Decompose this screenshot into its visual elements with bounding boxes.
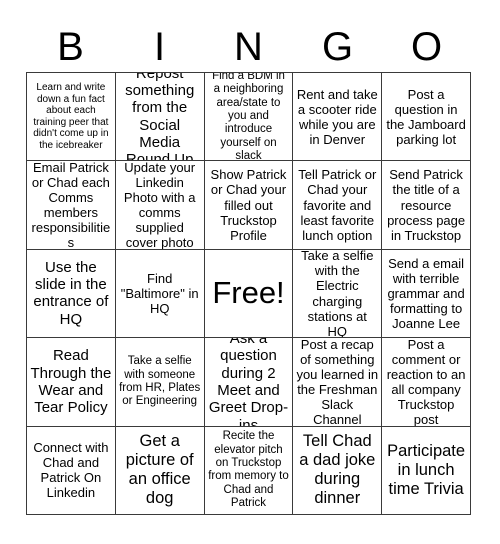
bingo-cell-label: Send Patrick the title of a resource pro… <box>387 167 466 243</box>
bingo-cell[interactable]: Repost something from the Social Media R… <box>115 73 205 162</box>
bingo-cell[interactable]: Update your Linkedin Photo with a comms … <box>115 161 205 250</box>
bingo-cell[interactable]: Find a BDM in a neighboring area/state t… <box>204 73 294 162</box>
bingo-cell-free[interactable]: Free! <box>204 249 294 339</box>
bingo-cell-label: Read Through the Wear and Tear Policy <box>30 347 112 417</box>
bingo-cell[interactable]: Tell Chad a dad joke during dinner <box>293 426 383 515</box>
bingo-cell[interactable]: Use the slide in the entrance of HQ <box>27 249 116 339</box>
bingo-cell[interactable]: Post a comment or reaction to an all com… <box>382 338 471 427</box>
bingo-cell[interactable]: Learn and write down a fun fact about ea… <box>27 73 116 162</box>
bingo-cell[interactable]: Get a picture of an office dog <box>115 426 205 515</box>
bingo-cell-label: Post a question in the Jamboard parking … <box>386 86 466 147</box>
bingo-cell[interactable]: Post a recap of something you learned in… <box>293 338 383 427</box>
bingo-cell-label: Email Patrick or Chad each Comms members… <box>31 161 111 250</box>
bingo-cell-label: Tell Patrick or Chad your favorite and l… <box>298 167 377 243</box>
bingo-cell[interactable]: Connect with Chad and Patrick On Linkedi… <box>27 426 116 515</box>
header-letter-g: G <box>321 25 354 69</box>
bingo-cell-label: Take a selfie with the Electric charging… <box>301 249 374 339</box>
bingo-cell[interactable]: Send a email with terrible grammar and f… <box>382 249 471 339</box>
bingo-cell[interactable]: Post a question in the Jamboard parking … <box>382 73 471 162</box>
bingo-cell-label: Repost something from the Social Media R… <box>125 73 195 162</box>
bingo-cell[interactable]: Email Patrick or Chad each Comms members… <box>27 161 116 250</box>
bingo-cell-label: Rent and take a scooter ride while you a… <box>296 86 378 147</box>
header-letter-n: N <box>234 25 263 69</box>
bingo-cell-label: Take a selfie with someone from HR, Plat… <box>119 355 201 408</box>
bingo-cell[interactable]: Tell Patrick or Chad your favorite and l… <box>293 161 383 250</box>
bingo-cell[interactable]: Send Patrick the title of a resource pro… <box>382 161 471 250</box>
bingo-cell-label: Post a comment or reaction to an all com… <box>386 338 466 427</box>
bingo-cell-label: Free! <box>212 275 285 311</box>
bingo-cell[interactable]: Take a selfie with the Electric charging… <box>293 249 383 339</box>
bingo-cell[interactable]: Rent and take a scooter ride while you a… <box>293 73 383 162</box>
bingo-cell-label: Show Patrick or Chad your filled out Tru… <box>210 167 287 243</box>
bingo-cell[interactable]: Show Patrick or Chad your filled out Tru… <box>204 161 294 250</box>
bingo-cell-label: Update your Linkedin Photo with a comms … <box>123 161 196 250</box>
bingo-cell-label: Participate in lunch time Trivia <box>387 441 466 498</box>
bingo-cell-label: Connect with Chad and Patrick On Linkedi… <box>33 440 109 501</box>
bingo-cell[interactable]: Ask a question during 2 Meet and Greet D… <box>204 338 294 427</box>
bingo-cell-label: Get a picture of an office dog <box>125 432 194 508</box>
bingo-header: B I N G O <box>26 22 471 72</box>
bingo-cell-label: Tell Chad a dad joke during dinner <box>299 432 376 508</box>
header-letter-i: I <box>153 25 166 69</box>
bingo-cell[interactable]: Take a selfie with someone from HR, Plat… <box>115 338 205 427</box>
bingo-cell[interactable]: Read Through the Wear and Tear Policy <box>27 338 116 427</box>
bingo-cell-label: Find "Baltimore" in HQ <box>120 270 199 317</box>
bingo-card: B I N G O Learn and write down a fun fac… <box>0 0 500 544</box>
bingo-cell[interactable]: Participate in lunch time Trivia <box>382 426 471 515</box>
bingo-cell-label: Recite the elevator pitch on Truckstop f… <box>208 430 289 509</box>
bingo-grid: Learn and write down a fun fact about ea… <box>26 72 471 515</box>
bingo-cell-label: Use the slide in the entrance of HQ <box>33 258 109 328</box>
bingo-cell-label: Ask a question during 2 Meet and Greet D… <box>208 338 289 427</box>
bingo-cell[interactable]: Find "Baltimore" in HQ <box>115 249 205 339</box>
bingo-cell-label: Post a recap of something you learned in… <box>296 338 379 427</box>
bingo-cell-label: Send a email with terrible grammar and f… <box>387 255 465 332</box>
header-letter-b: B <box>57 25 84 69</box>
header-letter-o: O <box>410 25 443 69</box>
bingo-cell-label: Learn and write down a fun fact about ea… <box>33 81 109 151</box>
bingo-cell[interactable]: Recite the elevator pitch on Truckstop f… <box>204 426 294 515</box>
bingo-cell-label: Find a BDM in a neighboring area/state t… <box>212 73 285 162</box>
